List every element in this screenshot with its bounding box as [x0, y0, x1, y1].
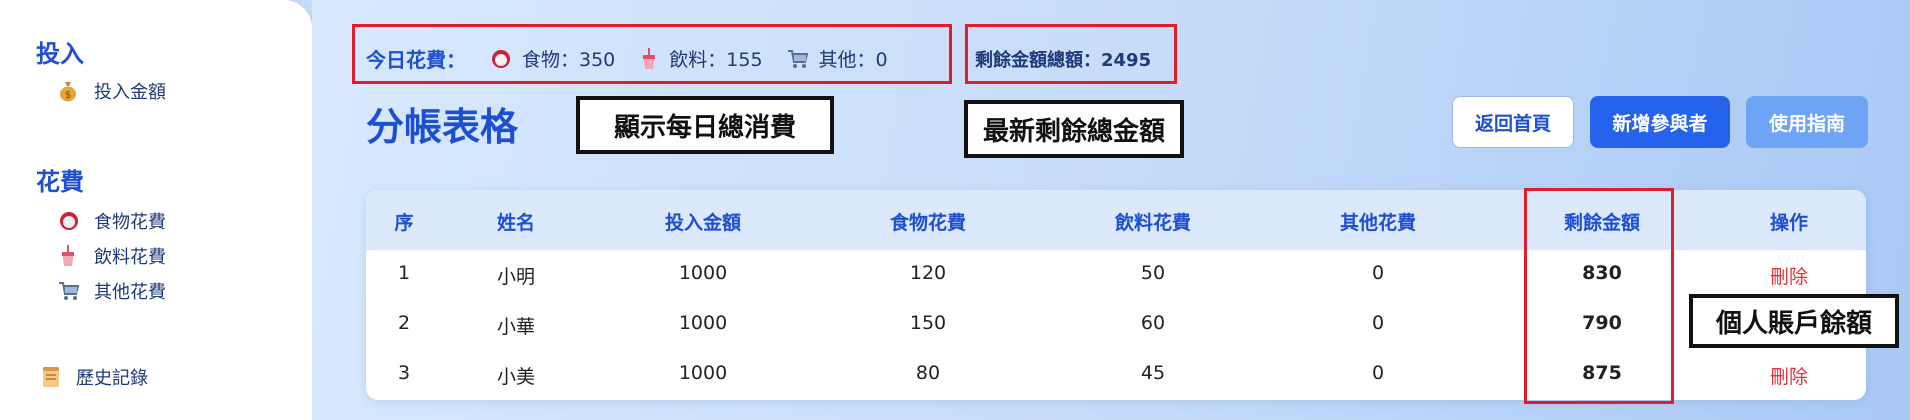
sidebar-item-food[interactable]: 食物花費	[58, 208, 166, 234]
sidebar-item-label: 飲料花費	[94, 247, 166, 268]
home-button[interactable]: 返回首頁	[1452, 96, 1574, 148]
header-other: 其他花費	[1339, 212, 1417, 234]
page-title: 分帳表格	[366, 105, 519, 149]
remaining-column-highlight	[1524, 188, 1674, 404]
cell-name: 小華	[496, 316, 536, 338]
sidebar-item-label: 食物花費	[94, 212, 166, 233]
sidebar-item-drink[interactable]: 飲料花費	[58, 243, 166, 269]
svg-text:$: $	[65, 90, 71, 101]
cell-index: 3	[397, 362, 411, 384]
cart-icon	[58, 281, 86, 301]
cell-other: 0	[1371, 312, 1385, 334]
header-index: 序	[394, 212, 414, 234]
add-participant-button[interactable]: 新增參與者	[1590, 96, 1730, 148]
sidebar-item-history[interactable]: 歷史記錄	[40, 364, 148, 390]
cell-invest: 1000	[678, 362, 728, 384]
drink-icon	[58, 245, 86, 267]
delete-button[interactable]: 刪除	[1770, 362, 1808, 389]
header-drink: 飲料花費	[1114, 212, 1192, 234]
cell-name: 小美	[496, 366, 536, 388]
cell-index: 2	[397, 312, 411, 334]
cell-food: 150	[909, 312, 947, 334]
sidebar-spend-title: 花費	[36, 168, 84, 196]
sidebar-item-label: 歷史記錄	[76, 368, 148, 389]
delete-button[interactable]: 刪除	[1770, 262, 1808, 289]
sidebar-item-label: 投入金額	[94, 82, 166, 103]
scroll-icon	[40, 365, 68, 389]
guide-button[interactable]: 使用指南	[1746, 96, 1868, 148]
sidebar-item-label: 其他花費	[94, 282, 166, 303]
today-spending-highlight	[352, 24, 952, 84]
sidebar-item-invest-amount[interactable]: $ 投入金額	[58, 78, 166, 104]
cell-invest: 1000	[678, 312, 728, 334]
sidebar-item-other[interactable]: 其他花費	[58, 278, 166, 304]
cell-drink: 60	[1140, 312, 1166, 334]
cell-drink: 50	[1140, 262, 1166, 284]
header-name: 姓名	[496, 212, 536, 234]
cell-other: 0	[1371, 362, 1385, 384]
header-invest: 投入金額	[664, 212, 742, 234]
annotation-latest-remaining: 最新剩餘總金額	[964, 100, 1184, 158]
cell-food: 80	[915, 362, 941, 384]
header-action: 操作	[1769, 212, 1809, 234]
cell-invest: 1000	[678, 262, 728, 284]
cell-drink: 45	[1140, 362, 1166, 384]
cell-index: 1	[397, 262, 411, 284]
sidebar-invest-title: 投入	[36, 40, 84, 68]
header-food: 食物花費	[889, 212, 967, 234]
remaining-total-highlight	[965, 24, 1177, 84]
cell-name: 小明	[496, 266, 536, 288]
food-icon	[58, 210, 86, 232]
sidebar: 投入 $ 投入金額 花費 食物花費 飲料花費 其他花費 歷史記錄	[0, 0, 312, 420]
annotation-personal-balance: 個人賬戶餘額	[1689, 294, 1899, 348]
money-bag-icon: $	[58, 80, 86, 102]
cell-food: 120	[909, 262, 947, 284]
cell-other: 0	[1371, 262, 1385, 284]
annotation-daily-total: 顯示每日總消費	[576, 96, 834, 154]
